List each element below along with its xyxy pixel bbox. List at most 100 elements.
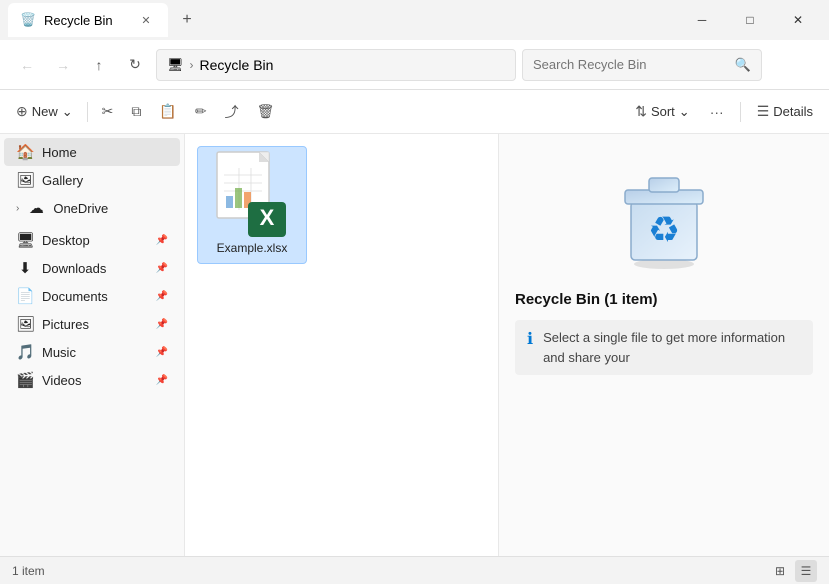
breadcrumb-separator: › [190,58,194,72]
status-count: 1 item [12,564,45,578]
rename-button[interactable]: ✏ [187,96,215,128]
svg-text:X: X [260,205,275,230]
sidebar-item-documents[interactable]: 📄 Documents 📌 [4,282,180,310]
sort-icon: ⇅ [635,103,647,120]
up-button[interactable]: ↑ [84,50,114,80]
pin-downloads-icon: 📌 [156,263,168,274]
new-icon: ⊕ [16,103,28,120]
new-tab-button[interactable]: + [172,5,202,35]
sidebar-item-music[interactable]: 🎵 Music 📌 [4,338,180,366]
pictures-icon: 🖼 [16,315,34,333]
tab-icon: 🗑️ [20,12,36,28]
copy-icon: ⧉ [131,103,141,120]
refresh-button[interactable]: ↻ [120,50,150,80]
more-button[interactable]: ··· [702,96,732,128]
sidebar-item-desktop[interactable]: 🖥 Desktop 📌 [4,226,180,254]
sidebar: 🏠 Home 🖼 Gallery › ☁ OneDrive 🖥 Desktop … [0,134,185,556]
info-icon: ℹ [527,329,533,349]
pin-pictures-icon: 📌 [156,319,168,330]
search-input[interactable] [533,57,729,72]
videos-icon: 🎬 [16,371,34,389]
details-panel: ♻ Recycle Bin (1 item) ℹ [499,134,829,556]
details-title: Recycle Bin (1 item) [515,291,658,308]
new-arrow-icon: ⌄ [62,104,73,120]
view-grid-button[interactable]: ⊞ [769,560,791,582]
sidebar-label-music: Music [42,345,76,360]
title-bar: 🗑️ Recycle Bin ✕ + ─ □ ✕ [0,0,829,40]
tab-title: Recycle Bin [44,13,128,28]
toolbar: ⊕ New ⌄ ✂ ⧉ 📋 ✏ ⤴ 🗑 ⇅ Sort ⌄ ··· ☰ Detai… [0,90,829,134]
view-list-button[interactable]: ☰ [795,560,817,582]
sidebar-label-documents: Documents [42,289,108,304]
cut-button[interactable]: ✂ [94,96,122,128]
pin-documents-icon: 📌 [156,291,168,302]
forward-button[interactable]: → [48,50,78,80]
sidebar-label-onedrive: OneDrive [53,201,108,216]
expand-arrow-icon: › [16,203,19,214]
sidebar-item-videos[interactable]: 🎬 Videos 📌 [4,366,180,394]
search-icon: 🔍 [735,57,751,73]
main-layout: 🏠 Home 🖼 Gallery › ☁ OneDrive 🖥 Desktop … [0,134,829,556]
svg-text:♻: ♻ [648,209,680,250]
sidebar-item-downloads[interactable]: ⬇ Downloads 📌 [4,254,180,282]
sidebar-item-pictures[interactable]: 🖼 Pictures 📌 [4,310,180,338]
breadcrumb[interactable]: 🖥 › Recycle Bin [156,49,516,81]
onedrive-icon: ☁ [27,199,45,217]
excel-file-svg: X [212,150,292,240]
sidebar-item-gallery[interactable]: 🖼 Gallery [4,166,180,194]
share-icon: ⤴ [225,102,239,122]
new-label: New [32,104,58,119]
file-icon-excel: X [212,155,292,235]
details-info-box: ℹ Select a single file to get more infor… [515,320,813,375]
search-box[interactable]: 🔍 [522,49,762,81]
sidebar-label-pictures: Pictures [42,317,89,332]
maximize-button[interactable]: □ [727,4,773,36]
file-item-excel[interactable]: X Example.xlsx [197,146,307,264]
toolbar-separator-1 [87,102,88,122]
sidebar-label-home: Home [42,145,77,160]
minimize-button[interactable]: ─ [679,4,725,36]
share-button[interactable]: ⤴ [217,96,247,128]
sidebar-item-home[interactable]: 🏠 Home [4,138,180,166]
sort-button[interactable]: ⇅ Sort ⌄ [627,96,697,128]
files-panel: X Example.xlsx [185,134,499,556]
pin-desktop-icon: 📌 [156,235,168,246]
desktop-icon: 🖥 [16,231,34,249]
sidebar-label-downloads: Downloads [42,261,106,276]
music-icon: 🎵 [16,343,34,361]
copy-button[interactable]: ⧉ [123,96,149,128]
details-icon: ☰ [757,103,770,120]
tab-close-button[interactable]: ✕ [136,10,156,30]
toolbar-right: ⇅ Sort ⌄ ··· ☰ Details [627,96,821,128]
sort-label: Sort [651,104,675,119]
content-area: X Example.xlsx [185,134,829,556]
new-button[interactable]: ⊕ New ⌄ [8,96,81,128]
info-text: Select a single file to get more informa… [543,328,801,367]
home-icon: 🏠 [16,143,34,161]
monitor-icon: 🖥 [167,57,184,73]
recycle-bin-illustration: ♻ [619,164,709,269]
paste-button[interactable]: 📋 [151,96,184,128]
paste-icon: 📋 [159,103,176,120]
sidebar-item-onedrive[interactable]: › ☁ OneDrive [4,194,180,222]
pin-music-icon: 📌 [156,347,168,358]
sidebar-label-videos: Videos [42,373,82,388]
address-bar: ← → ↑ ↻ 🖥 › Recycle Bin 🔍 [0,40,829,90]
details-label: Details [773,104,813,119]
delete-icon: 🗑 [257,103,275,120]
back-button[interactable]: ← [12,50,42,80]
documents-icon: 📄 [16,287,34,305]
pin-videos-icon: 📌 [156,375,168,386]
breadcrumb-location: Recycle Bin [200,57,274,73]
file-name-excel: Example.xlsx [217,241,288,255]
downloads-icon: ⬇ [16,259,34,277]
recycle-bin-svg: ♻ [619,164,709,269]
close-button[interactable]: ✕ [775,4,821,36]
delete-button[interactable]: 🗑 [249,96,283,128]
status-bar: 1 item ⊞ ☰ [0,556,829,584]
active-tab[interactable]: 🗑️ Recycle Bin ✕ [8,3,168,37]
details-button[interactable]: ☰ Details [749,96,821,128]
cut-icon: ✂ [102,103,114,120]
more-icon: ··· [710,104,724,120]
gallery-icon: 🖼 [16,171,34,189]
